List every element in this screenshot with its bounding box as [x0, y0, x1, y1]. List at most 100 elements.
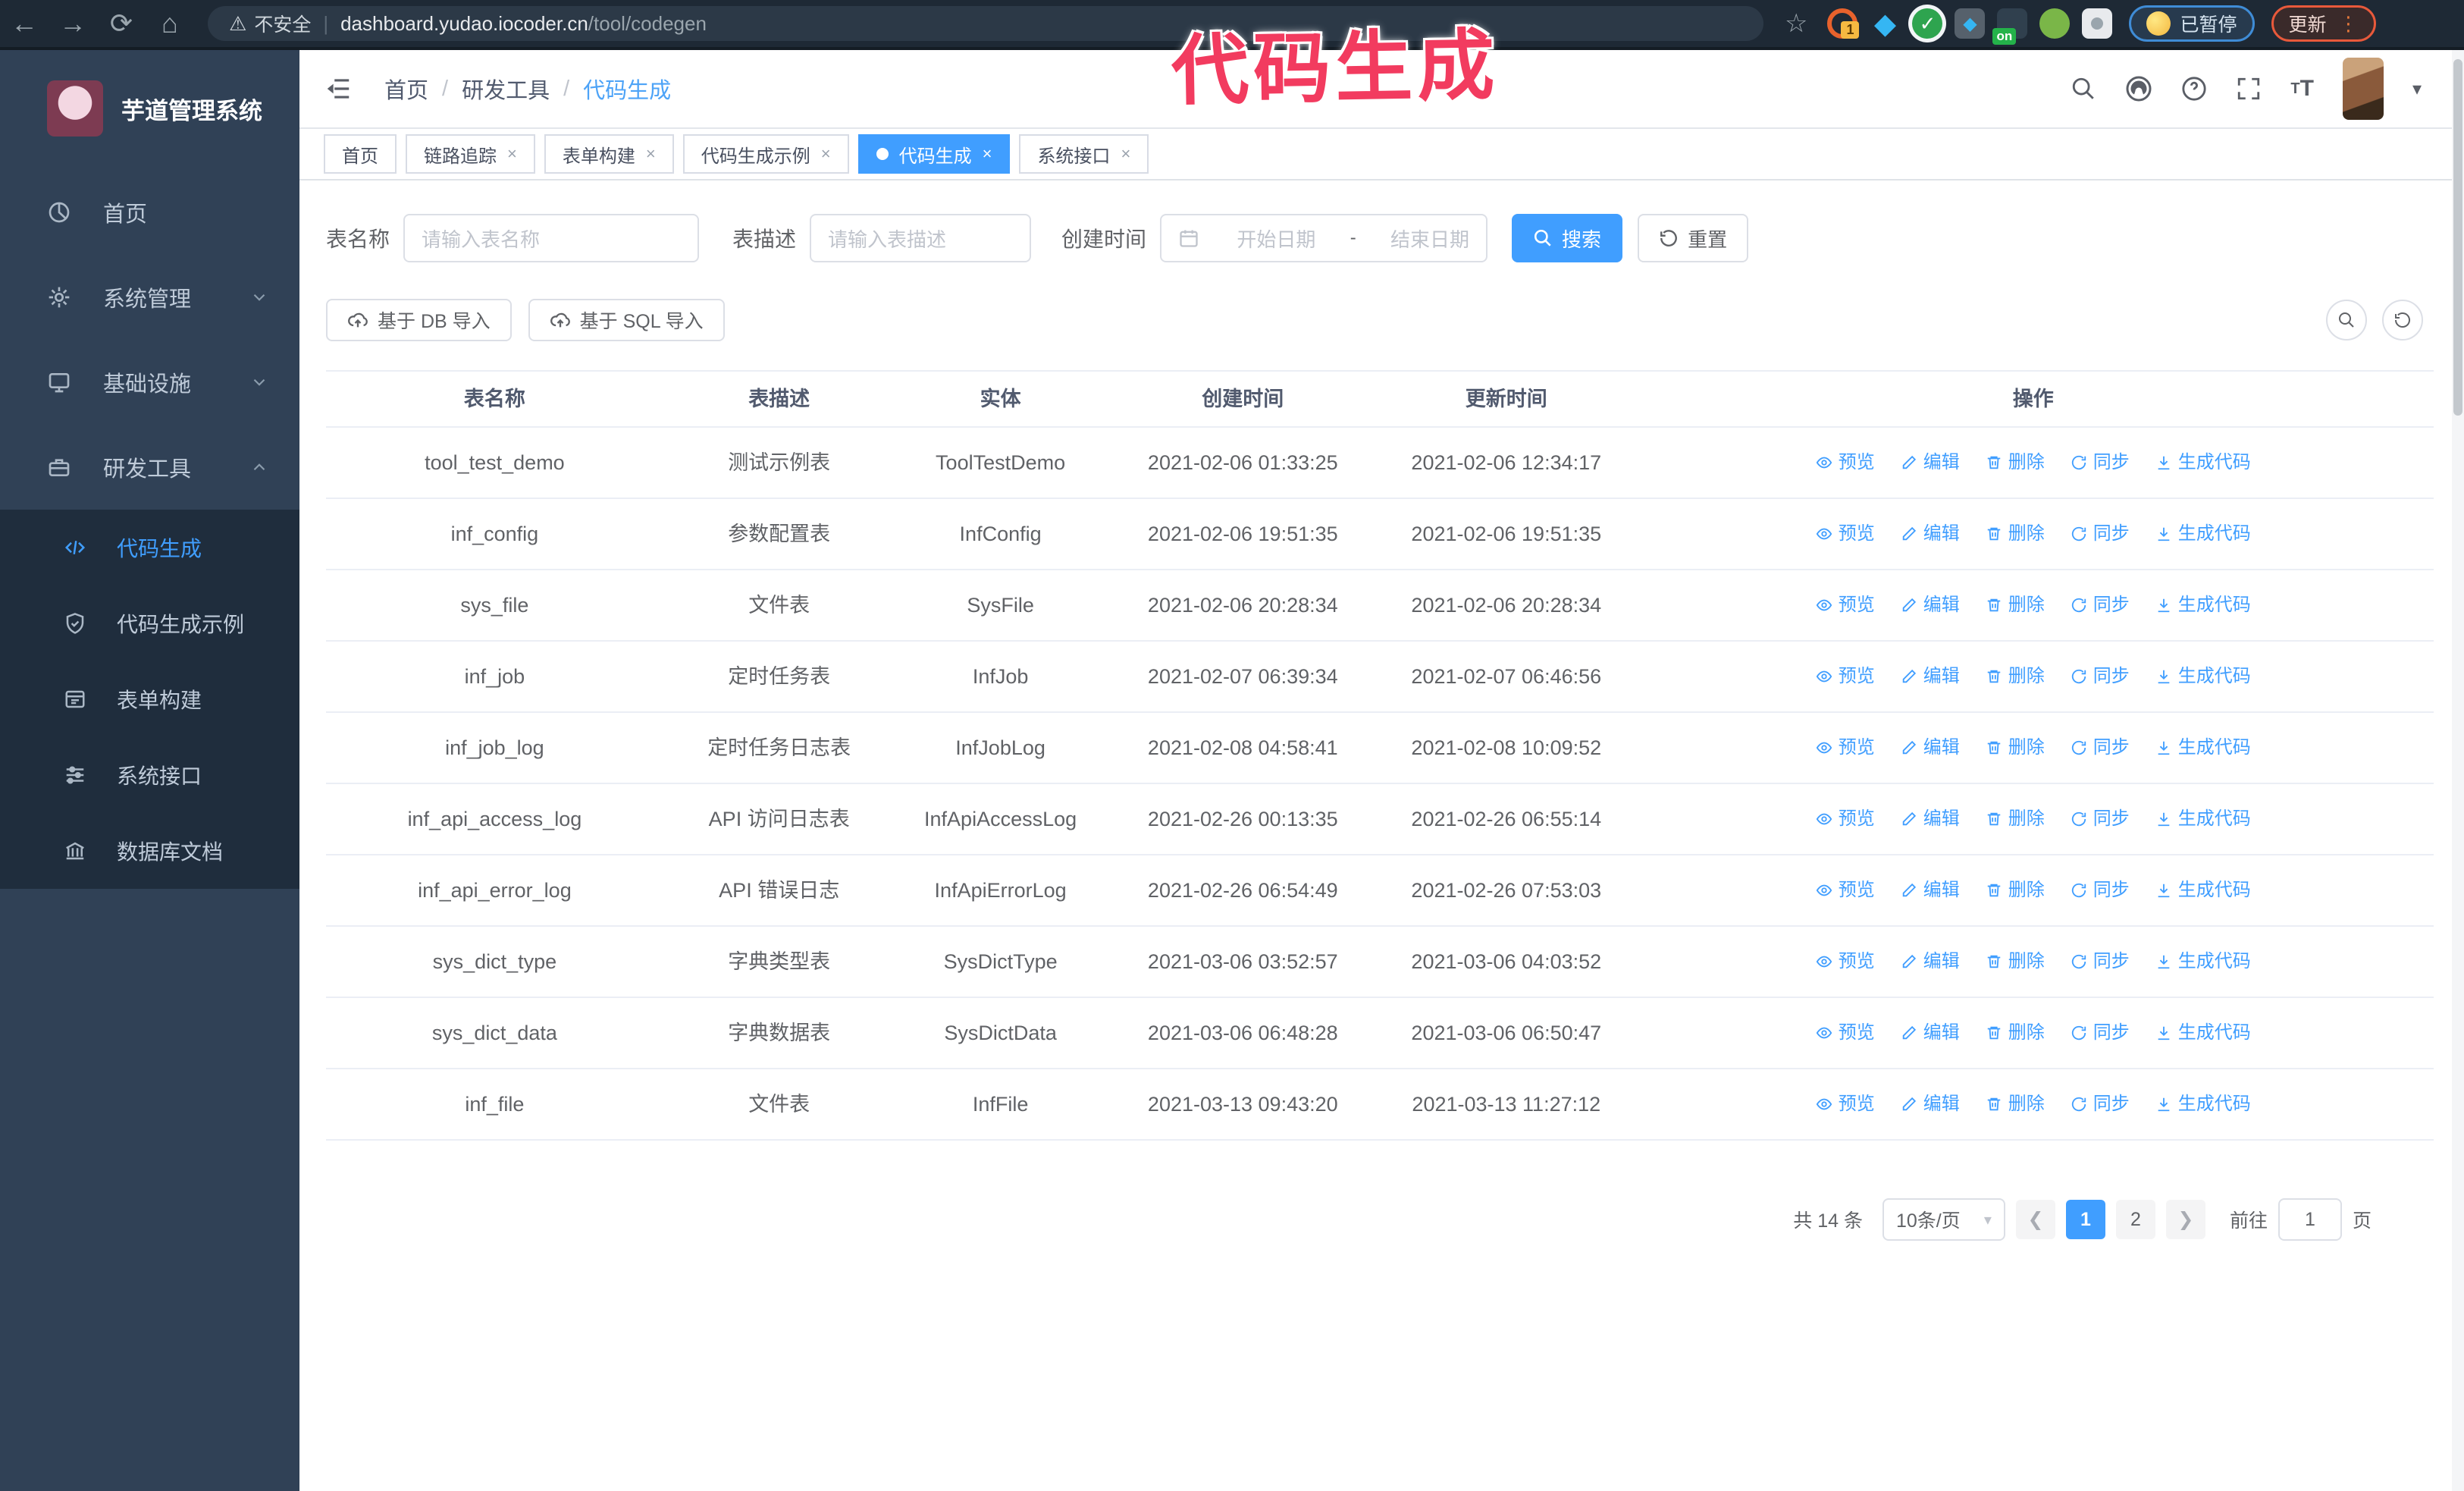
action-delete[interactable]: 删除: [1986, 1016, 2045, 1050]
action-preview[interactable]: 预览: [1816, 731, 1875, 764]
paused-chip[interactable]: 已暂停: [2129, 5, 2255, 42]
reload-icon[interactable]: ⟳: [97, 0, 146, 47]
action-preview[interactable]: 预览: [1816, 660, 1875, 693]
action-edit[interactable]: 编辑: [1901, 1016, 1960, 1050]
action-generate[interactable]: 生成代码: [2155, 874, 2251, 907]
page-scrollbar[interactable]: [2452, 50, 2464, 1491]
font-size-icon[interactable]: TT: [2290, 76, 2314, 102]
address-bar[interactable]: ⚠ 不安全 | dashboard.yudao.iocoder.cn /tool…: [208, 6, 1763, 41]
action-edit[interactable]: 编辑: [1901, 517, 1960, 551]
action-delete[interactable]: 删除: [1986, 589, 2045, 622]
forward-icon[interactable]: →: [49, 0, 97, 47]
name-filter-input[interactable]: 请输入表名称: [403, 214, 700, 262]
tab-4[interactable]: 代码生成 ×: [857, 134, 1011, 174]
avatar[interactable]: [2342, 58, 2384, 120]
action-generate[interactable]: 生成代码: [2155, 945, 2251, 978]
close-icon[interactable]: ×: [507, 144, 517, 164]
action-edit[interactable]: 编辑: [1901, 446, 1960, 479]
action-sync[interactable]: 同步: [2071, 874, 2130, 907]
action-delete[interactable]: 删除: [1986, 517, 2045, 551]
tab-3[interactable]: 代码生成示例 ×: [682, 134, 849, 174]
sidebar-item-3[interactable]: 研发工具: [0, 425, 299, 510]
extension-dark-icon[interactable]: on: [1992, 8, 2028, 45]
action-preview[interactable]: 预览: [1816, 945, 1875, 978]
extensions-puzzle-icon[interactable]: [2082, 8, 2113, 39]
home-icon[interactable]: ⌂: [146, 0, 194, 47]
sidebar-item-0[interactable]: 首页: [0, 170, 299, 255]
action-generate[interactable]: 生成代码: [2155, 660, 2251, 693]
action-preview[interactable]: 预览: [1816, 874, 1875, 907]
browser-menu-icon[interactable]: ⋮: [2339, 14, 2359, 33]
action-preview[interactable]: 预览: [1816, 589, 1875, 622]
help-icon[interactable]: [2181, 76, 2207, 102]
action-sync[interactable]: 同步: [2071, 1016, 2130, 1050]
sidebar-item-1[interactable]: 系统管理: [0, 255, 299, 340]
extension-check-icon[interactable]: ✓: [1912, 8, 1943, 39]
next-page-button[interactable]: ❯: [2165, 1200, 2205, 1239]
tab-1[interactable]: 链路追踪 ×: [406, 134, 535, 174]
extension-gem-icon[interactable]: ◆: [1870, 8, 1900, 40]
breadcrumb-item-0[interactable]: 首页: [384, 73, 428, 105]
action-edit[interactable]: 编辑: [1901, 874, 1960, 907]
reset-button[interactable]: 重置: [1638, 214, 1749, 262]
tab-5[interactable]: 系统接口 ×: [1019, 134, 1149, 174]
action-delete[interactable]: 删除: [1986, 874, 2045, 907]
search-button[interactable]: 搜索: [1512, 214, 1623, 262]
back-icon[interactable]: ←: [0, 0, 49, 47]
sidebar-subitem-0[interactable]: 代码生成: [0, 510, 299, 585]
action-preview[interactable]: 预览: [1816, 1016, 1875, 1050]
search-icon[interactable]: [2071, 76, 2096, 102]
action-generate[interactable]: 生成代码: [2155, 802, 2251, 836]
action-edit[interactable]: 编辑: [1901, 731, 1960, 764]
import-db-button[interactable]: 基于 DB 导入: [326, 299, 512, 341]
action-sync[interactable]: 同步: [2071, 660, 2130, 693]
bookmark-star-icon[interactable]: ☆: [1785, 8, 1807, 39]
action-sync[interactable]: 同步: [2071, 589, 2130, 622]
close-icon[interactable]: ×: [646, 144, 656, 164]
breadcrumb-item-1[interactable]: 研发工具: [462, 73, 550, 105]
extension-orange-icon[interactable]: 1: [1827, 8, 1860, 39]
action-delete[interactable]: 删除: [1986, 446, 2045, 479]
action-delete[interactable]: 删除: [1986, 660, 2045, 693]
extension-green-icon[interactable]: [2039, 8, 2071, 39]
sidebar-subitem-4[interactable]: 数据库文档: [0, 813, 299, 889]
prev-page-button[interactable]: ❮: [2015, 1200, 2055, 1239]
goto-page-input[interactable]: 1: [2277, 1198, 2342, 1241]
action-preview[interactable]: 预览: [1816, 517, 1875, 551]
toggle-search-button[interactable]: [2326, 300, 2367, 341]
close-icon[interactable]: ×: [821, 144, 831, 164]
caret-down-icon[interactable]: ▾: [2412, 78, 2422, 100]
action-preview[interactable]: 预览: [1816, 446, 1875, 479]
extension-grid-icon[interactable]: ◆: [1955, 8, 1986, 39]
action-generate[interactable]: 生成代码: [2155, 1088, 2251, 1121]
github-icon[interactable]: [2125, 75, 2152, 102]
action-sync[interactable]: 同步: [2071, 731, 2130, 764]
sidebar-item-2[interactable]: 基础设施: [0, 340, 299, 425]
tab-2[interactable]: 表单构建 ×: [544, 134, 674, 174]
tab-0[interactable]: 首页: [324, 134, 397, 174]
action-edit[interactable]: 编辑: [1901, 589, 1960, 622]
action-sync[interactable]: 同步: [2071, 517, 2130, 551]
page-button-2[interactable]: 2: [2115, 1200, 2155, 1239]
action-delete[interactable]: 删除: [1986, 802, 2045, 836]
action-delete[interactable]: 删除: [1986, 945, 2045, 978]
desc-filter-input[interactable]: 请输入表描述: [810, 214, 1032, 262]
page-size-select[interactable]: 10条/页 ▾: [1882, 1198, 2005, 1241]
close-icon[interactable]: ×: [1121, 144, 1130, 164]
fullscreen-icon[interactable]: [2236, 76, 2262, 102]
action-sync[interactable]: 同步: [2071, 945, 2130, 978]
action-edit[interactable]: 编辑: [1901, 945, 1960, 978]
action-generate[interactable]: 生成代码: [2155, 589, 2251, 622]
action-edit[interactable]: 编辑: [1901, 802, 1960, 836]
action-generate[interactable]: 生成代码: [2155, 731, 2251, 764]
logo-row[interactable]: 芋道管理系统: [0, 50, 299, 159]
scrollbar-thumb[interactable]: [2453, 59, 2462, 416]
update-chip[interactable]: 更新 ⋮: [2271, 5, 2376, 42]
action-sync[interactable]: 同步: [2071, 1088, 2130, 1121]
action-generate[interactable]: 生成代码: [2155, 517, 2251, 551]
action-preview[interactable]: 预览: [1816, 1088, 1875, 1121]
action-sync[interactable]: 同步: [2071, 802, 2130, 836]
action-generate[interactable]: 生成代码: [2155, 446, 2251, 479]
action-edit[interactable]: 编辑: [1901, 660, 1960, 693]
refresh-table-button[interactable]: [2382, 300, 2423, 341]
